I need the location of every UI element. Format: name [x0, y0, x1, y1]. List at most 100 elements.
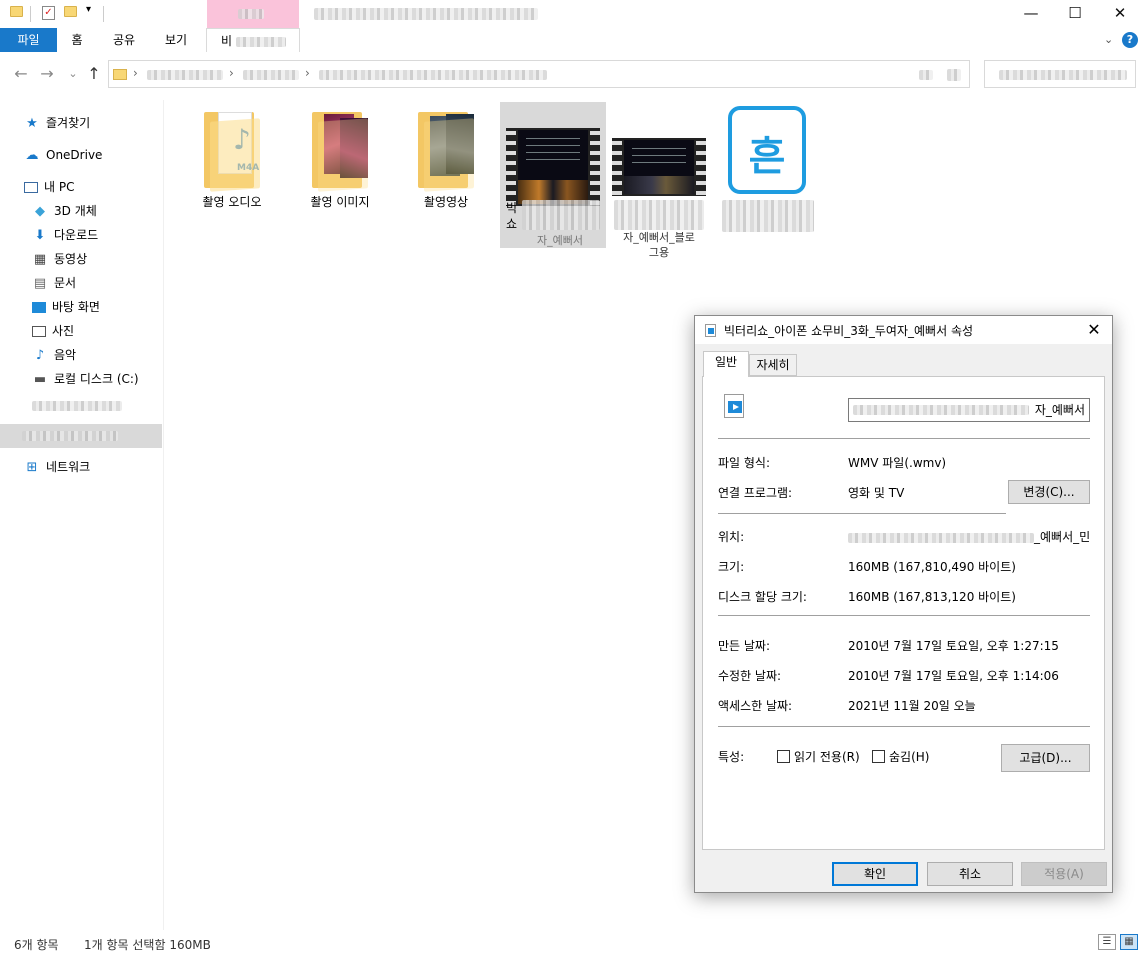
properties-quick-access-icon[interactable]: ✓	[42, 6, 55, 20]
file-name-end: 자_예뻐서	[537, 234, 583, 247]
tab-file[interactable]: 파일	[0, 28, 57, 52]
created-label: 만든 날짜:	[718, 639, 771, 653]
up-button[interactable]: ↑	[83, 63, 105, 85]
readonly-checkbox[interactable]	[777, 750, 790, 763]
sidebar-item-drive-redacted[interactable]	[32, 394, 122, 416]
divider	[718, 438, 1090, 439]
divider	[30, 6, 31, 22]
modified-label: 수정한 날짜:	[718, 669, 782, 683]
location-value: _예뻐서_민	[848, 528, 1090, 545]
sidebar-item-label: 동영상	[54, 252, 88, 266]
window-title-redacted	[314, 8, 538, 20]
folder-name: 촬영 오디오	[202, 195, 262, 209]
file-type-value: WMV 파일(.wmv)	[848, 456, 947, 470]
file-name-visible: 자_예뻐서	[1034, 403, 1085, 417]
help-icon[interactable]: ?	[1122, 32, 1138, 48]
dialog-close-button[interactable]: ✕	[1082, 318, 1106, 342]
cancel-button[interactable]: 취소	[927, 862, 1013, 886]
sidebar-item-onedrive[interactable]: ☁ OneDrive	[24, 144, 103, 166]
tab-share[interactable]: 공유	[106, 28, 142, 52]
ribbon-expand-icon[interactable]: ⌄	[1104, 28, 1113, 52]
large-icons-view-icon[interactable]: ▦	[1120, 934, 1138, 950]
desktop-icon	[32, 302, 46, 313]
details-view-icon[interactable]: ☰	[1098, 934, 1116, 950]
tab-contextual[interactable]: 비	[206, 28, 300, 52]
redacted-text	[848, 532, 1034, 543]
breadcrumb-redacted[interactable]	[319, 70, 547, 80]
sidebar-item-desktop[interactable]: 바탕 화면	[32, 296, 100, 318]
maximize-button[interactable]: ☐	[1052, 0, 1098, 28]
ok-button[interactable]: 확인	[832, 862, 918, 886]
size-label: 크기:	[718, 560, 745, 574]
apply-button[interactable]: 적용(A)	[1021, 862, 1107, 886]
sidebar-item-downloads[interactable]: ⬇ 다운로드	[32, 224, 99, 246]
tab-view[interactable]: 보기	[158, 28, 194, 52]
accessed-value: 2021년 11월 20일 오늘	[848, 699, 976, 713]
sidebar-item-label: 사진	[52, 324, 75, 338]
sidebar-item-pictures[interactable]: 사진	[32, 320, 74, 342]
navigation-bar: ← → ⌄ ↑ › › ›	[0, 56, 1144, 92]
properties-dialog: 빅터리쇼_아이폰 쇼무비_3화_두여자_예뻐서 속성 ✕ 일반 자세히 자_예뻐…	[694, 315, 1113, 893]
sidebar-item-3d-objects[interactable]: ◆ 3D 개체	[32, 200, 97, 222]
sidebar-item-quick-access[interactable]: ★ 즐겨찾기	[24, 112, 90, 134]
breadcrumb-separator: ›	[229, 66, 234, 80]
tab-home[interactable]: 홈	[62, 28, 92, 52]
disk-size-value: 160MB (167,813,120 바이트)	[848, 590, 1016, 604]
redacted-text	[22, 431, 118, 441]
change-button[interactable]: 변경(C)...	[1008, 480, 1090, 504]
file-name-field[interactable]: 자_예뻐서	[848, 398, 1090, 422]
folder-name: 촬영영상	[423, 195, 469, 209]
music-icon: ♪	[35, 347, 45, 363]
video-icon: ▦	[33, 251, 47, 267]
hidden-checkbox[interactable]	[872, 750, 885, 763]
tab-general[interactable]: 일반	[703, 351, 749, 377]
location-label: 위치:	[718, 530, 745, 544]
opens-with-label: 연결 프로그램:	[718, 486, 793, 500]
folder-item[interactable]: 촬영영상	[394, 108, 498, 210]
redacted-text	[32, 400, 122, 411]
redacted-text	[235, 36, 286, 47]
close-button[interactable]: ✕	[1097, 0, 1143, 28]
forward-button[interactable]: →	[36, 63, 58, 85]
network-icon: ⊞	[26, 459, 38, 475]
accessed-label: 액세스한 날짜:	[718, 699, 793, 713]
sidebar-item-label: 다운로드	[54, 228, 99, 242]
tab-details[interactable]: 자세히	[749, 354, 797, 376]
readonly-label[interactable]: 읽기 전용(R)	[794, 748, 860, 765]
wmv-file-icon	[705, 324, 716, 337]
sidebar-item-documents[interactable]: ▤ 문서	[32, 272, 76, 294]
address-bar[interactable]: › › ›	[108, 60, 970, 88]
sidebar-item-local-disk[interactable]: ▬ 로컬 디스크 (C:)	[32, 368, 139, 390]
sidebar-item-selected-redacted[interactable]	[0, 424, 162, 448]
drive-icon: ▬	[33, 371, 47, 387]
sidebar-item-music[interactable]: ♪ 음악	[32, 344, 76, 366]
back-button[interactable]: ←	[10, 63, 32, 85]
folder-item[interactable]: ♪M4A 촬영 오디오	[180, 108, 284, 210]
minimize-button[interactable]: —	[1008, 0, 1054, 28]
item-count: 6개 항목	[14, 938, 59, 952]
folder-icon	[10, 6, 23, 17]
sidebar-item-label: 로컬 디스크 (C:)	[54, 372, 139, 386]
hidden-label[interactable]: 숨김(H)	[889, 748, 929, 765]
file-name-redacted	[522, 200, 600, 230]
cloud-icon: ☁	[25, 147, 39, 163]
disk-size-label: 디스크 할당 크기:	[718, 590, 807, 604]
hangul-document-icon[interactable]: 흔	[728, 106, 806, 194]
address-dropdown-icon[interactable]	[919, 70, 933, 80]
sidebar-item-network[interactable]: ⊞ 네트워크	[24, 456, 91, 478]
refresh-icon[interactable]	[947, 69, 961, 81]
advanced-button[interactable]: 고급(D)...	[1001, 744, 1090, 772]
sidebar-item-label: 문서	[54, 276, 77, 290]
customize-quick-access-icon[interactable]: ▾	[86, 4, 91, 15]
breadcrumb-redacted[interactable]	[147, 70, 223, 80]
sidebar-item-this-pc[interactable]: 내 PC	[24, 176, 74, 198]
recent-locations-button[interactable]: ⌄	[62, 63, 84, 85]
search-input[interactable]	[984, 60, 1136, 88]
folder-item[interactable]: 촬영 이미지	[288, 108, 392, 210]
new-folder-quick-access-icon[interactable]	[64, 6, 77, 17]
breadcrumb-redacted[interactable]	[243, 70, 299, 80]
selection-info: 1개 항목 선택함 160MB	[84, 938, 211, 952]
attributes-label: 특성:	[718, 750, 745, 764]
sidebar-item-videos[interactable]: ▦ 동영상	[32, 248, 87, 270]
file-name-end: 자_예뻐서_블로 그용	[623, 231, 695, 259]
